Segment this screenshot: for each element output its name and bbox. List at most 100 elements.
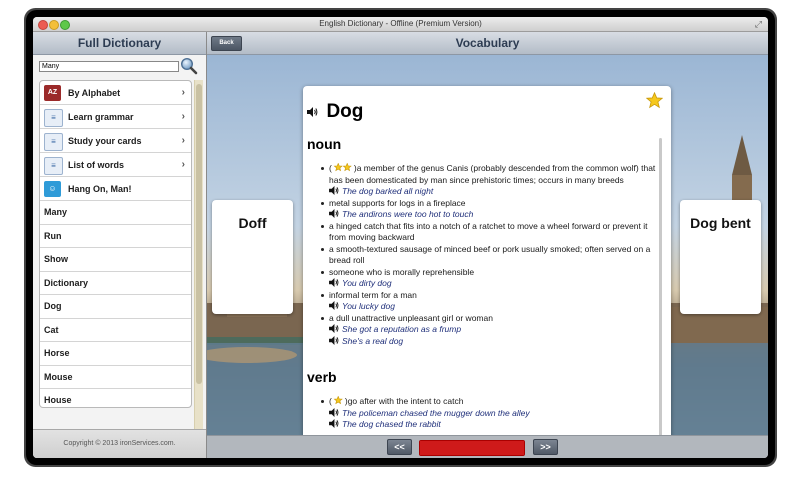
list-icon: ≡	[44, 157, 63, 175]
example-text: You lucky dog	[342, 301, 395, 311]
menu-item[interactable]: ≡ Learn grammar ›	[40, 105, 191, 129]
word-title: Dog	[326, 101, 364, 122]
definition-item: a hinged catch that fits into a notch of…	[321, 221, 659, 244]
speaker-icon[interactable]	[329, 324, 339, 333]
noun-definitions: ()a member of the genus Canis (probably …	[321, 163, 659, 347]
definition-item: a dull unattractive unpleasant girl or w…	[321, 313, 659, 348]
app-window: English Dictionary - Offline (Premium Ve…	[33, 17, 768, 458]
definition-item: ()go after with the intent to catch The p…	[321, 396, 659, 431]
example-text: The policeman chased the mugger down the…	[342, 407, 530, 418]
favorite-star-icon[interactable]	[646, 92, 663, 109]
zoom-window-button[interactable]	[60, 20, 70, 30]
verb-definitions: ()go after with the intent to catch The p…	[321, 396, 659, 431]
bullet-icon	[321, 400, 324, 403]
progress-bar	[419, 440, 525, 456]
speaker-icon[interactable]	[329, 419, 339, 428]
menu-item-label: Hang On, Man!	[68, 184, 132, 194]
speaker-icon[interactable]	[329, 335, 339, 345]
noun-heading: noun	[307, 136, 342, 152]
sidebar-scroll-thumb[interactable]	[196, 84, 202, 384]
bullet-icon	[321, 270, 324, 274]
word-list-item[interactable]: Dictionary	[40, 272, 191, 295]
example-sentence: She got a reputation as a frump	[329, 324, 659, 336]
word-list-item[interactable]: Run	[40, 225, 191, 248]
definition-item: informal term for a man You lucky dog	[321, 290, 659, 313]
menu-item[interactable]: ☺ Hang On, Man!	[40, 177, 191, 201]
example-sentence: The andirons were too hot to touch	[329, 209, 659, 221]
sidebar: Full Dictionary AZ By Alphabet › ≡ Learn gra…	[33, 32, 207, 458]
definition-text: a dull unattractive unpleasant girl or w…	[329, 312, 493, 323]
rating-stars-icon	[333, 163, 352, 172]
word-list-item[interactable]: Horse	[40, 342, 191, 366]
previous-word-card[interactable]: Doff	[212, 200, 293, 314]
definition-text: informal term for a man	[329, 289, 417, 300]
example-text: She's a real dog	[342, 335, 404, 346]
example-sentence: You lucky dog	[329, 301, 659, 313]
menu-item[interactable]: ≡ List of words ›	[40, 153, 191, 177]
menu-item-label: List of words	[68, 160, 124, 170]
bullet-icon	[321, 316, 324, 320]
example-text: You dirty dog	[342, 278, 392, 288]
menu-item-label: Study your cards	[68, 136, 142, 146]
bullet-icon	[321, 224, 324, 228]
word-list-item[interactable]: House	[40, 389, 191, 407]
sidebar-scrollbar[interactable]	[194, 80, 203, 454]
previous-word-label: Doff	[238, 215, 267, 231]
minimize-window-button[interactable]	[49, 20, 59, 30]
word-heading: Dog	[307, 101, 363, 123]
verb-heading: verb	[307, 369, 337, 385]
menu-item[interactable]: AZ By Alphabet ›	[40, 81, 191, 105]
word-list-item[interactable]: Dog	[40, 295, 191, 319]
speaker-icon[interactable]	[329, 186, 339, 195]
word-list-item[interactable]: Many	[40, 201, 191, 225]
chevron-right-icon: ›	[181, 111, 185, 122]
bullet-icon	[321, 167, 324, 170]
az-icon: AZ	[44, 85, 61, 101]
search-icon[interactable]	[180, 57, 198, 75]
main-header: Vocabulary Back	[207, 32, 768, 55]
previous-button[interactable]: <<	[387, 439, 412, 455]
chevron-right-icon: ›	[181, 87, 185, 98]
word-list: AZ By Alphabet › ≡ Learn grammar › ≡ Study your…	[39, 80, 192, 408]
example-sentence: The dog chased the rabbit	[329, 419, 659, 431]
word-list-item[interactable]: Cat	[40, 319, 191, 342]
chevron-right-icon: ›	[181, 159, 185, 170]
example-text: The dog chased the rabbit	[342, 419, 441, 429]
speaker-icon[interactable]	[329, 407, 339, 417]
word-card: Dog noun ()a member of the genus Canis (…	[303, 86, 671, 435]
back-button[interactable]: Back	[211, 36, 242, 51]
definition-text: go after with the intent to catch	[347, 396, 464, 406]
close-window-button[interactable]	[38, 20, 48, 30]
word-list-item[interactable]: Mouse	[40, 366, 191, 389]
speaker-icon[interactable]	[329, 278, 339, 287]
rating-stars-icon	[333, 396, 343, 405]
sidebar-title: Full Dictionary	[33, 32, 206, 55]
example-text: The andirons were too hot to touch	[342, 209, 474, 219]
cards-icon: ≡	[44, 133, 63, 151]
definition-text: a smooth-textured sausage of minced beef…	[329, 243, 651, 266]
chevron-right-icon: ›	[181, 135, 185, 146]
next-button[interactable]: >>	[533, 439, 558, 455]
definition-text: a hinged catch that fits into a notch of…	[329, 220, 648, 243]
example-sentence: You dirty dog	[329, 278, 659, 290]
example-text: She got a reputation as a frump	[342, 324, 462, 334]
definition-item: ()a member of the genus Canis (probably …	[321, 163, 659, 198]
speaker-icon[interactable]	[329, 209, 339, 218]
background-image: Doff Dog bent Dog noun ()a member of the…	[207, 55, 768, 435]
card-scrollbar[interactable]	[659, 138, 662, 435]
menu-item[interactable]: ≡ Study your cards ›	[40, 129, 191, 153]
bullet-icon	[321, 293, 324, 297]
title-bar: English Dictionary - Offline (Premium Ve…	[33, 17, 768, 32]
word-list-item[interactable]: Show	[40, 248, 191, 272]
speaker-icon[interactable]	[307, 107, 318, 117]
grammar-book-icon: ≡	[44, 109, 63, 127]
definition-item: someone who is morally reprehensible You …	[321, 267, 659, 290]
search-input[interactable]	[39, 61, 179, 72]
navigation-bar: << >>	[207, 435, 768, 458]
next-word-card[interactable]: Dog bent	[680, 200, 761, 314]
example-sentence: The policeman chased the mugger down the…	[329, 407, 659, 420]
speaker-icon[interactable]	[329, 301, 339, 310]
progress-fill	[420, 441, 524, 455]
hangman-icon: ☺	[44, 181, 61, 197]
fullscreen-icon[interactable]: ⤢	[755, 19, 762, 29]
